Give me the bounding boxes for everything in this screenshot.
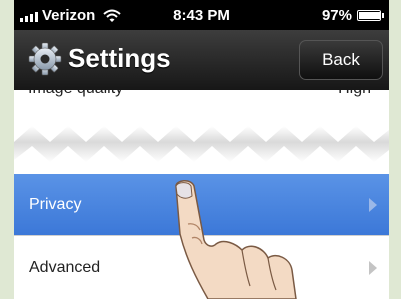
chevron-right-icon bbox=[369, 260, 377, 275]
battery-percent: 97% bbox=[321, 7, 352, 24]
status-bar: Verizon 8:43 PM 97% bbox=[14, 0, 389, 30]
navigation-bar: Settings Back bbox=[14, 30, 389, 90]
back-button[interactable]: Back bbox=[299, 40, 383, 80]
battery-fill bbox=[359, 12, 381, 19]
list-item-label: Image quality bbox=[28, 90, 123, 98]
battery-icon bbox=[357, 10, 384, 21]
phone-screen: Verizon 8:43 PM 97% Settings Back Privac… bbox=[14, 0, 389, 299]
torn-edge-divider bbox=[14, 112, 389, 180]
list-item-label: Advanced bbox=[29, 258, 101, 276]
gear-icon bbox=[28, 42, 62, 76]
list-item-image-quality[interactable]: Image quality High bbox=[14, 90, 389, 112]
page-title: Settings bbox=[68, 43, 171, 73]
chevron-right-icon bbox=[369, 197, 377, 212]
pointing-hand-illustration bbox=[175, 180, 297, 299]
list-item-label: Privacy bbox=[29, 195, 82, 213]
status-right: 97% bbox=[321, 7, 384, 24]
list-item-value: High bbox=[338, 90, 371, 98]
